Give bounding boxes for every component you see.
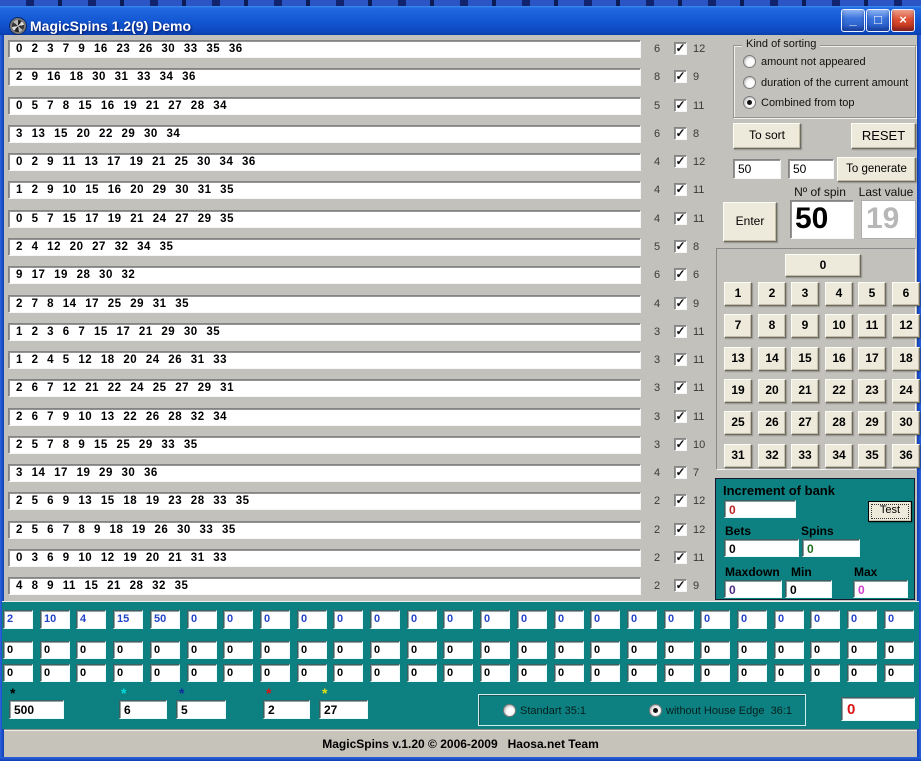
marker-field[interactable]: 500 [9,700,64,719]
marker-field[interactable]: 2 [263,700,310,719]
app-window: MagicSpins 1.2(9) Demo _ □ × 0 2 3 7 9 1… [0,0,921,761]
payout-radio[interactable] [503,704,516,717]
markers: *500*6*5*2*27 [0,0,921,761]
payout-radio-label: without House Edge 36:1 [666,705,792,717]
marker-dot: * [179,686,184,700]
marker-field[interactable]: 27 [319,700,368,719]
marker-field[interactable]: 6 [119,700,167,719]
marker-dot: * [266,686,271,700]
payout-radio[interactable] [649,704,662,717]
marker-field[interactable]: 5 [176,700,226,719]
result-field[interactable]: 0 [841,697,915,721]
marker-dot: * [121,686,126,700]
payout-groupbox: Standart 35:1 without House Edge 36:1 [478,694,806,726]
marker-dot: * [10,686,15,700]
statusbar: MagicSpins v.1.20 © 2006-2009 Haosa.net … [4,729,917,757]
marker-dot: * [322,686,327,700]
payout-radio-label: Standart 35:1 [520,705,586,717]
